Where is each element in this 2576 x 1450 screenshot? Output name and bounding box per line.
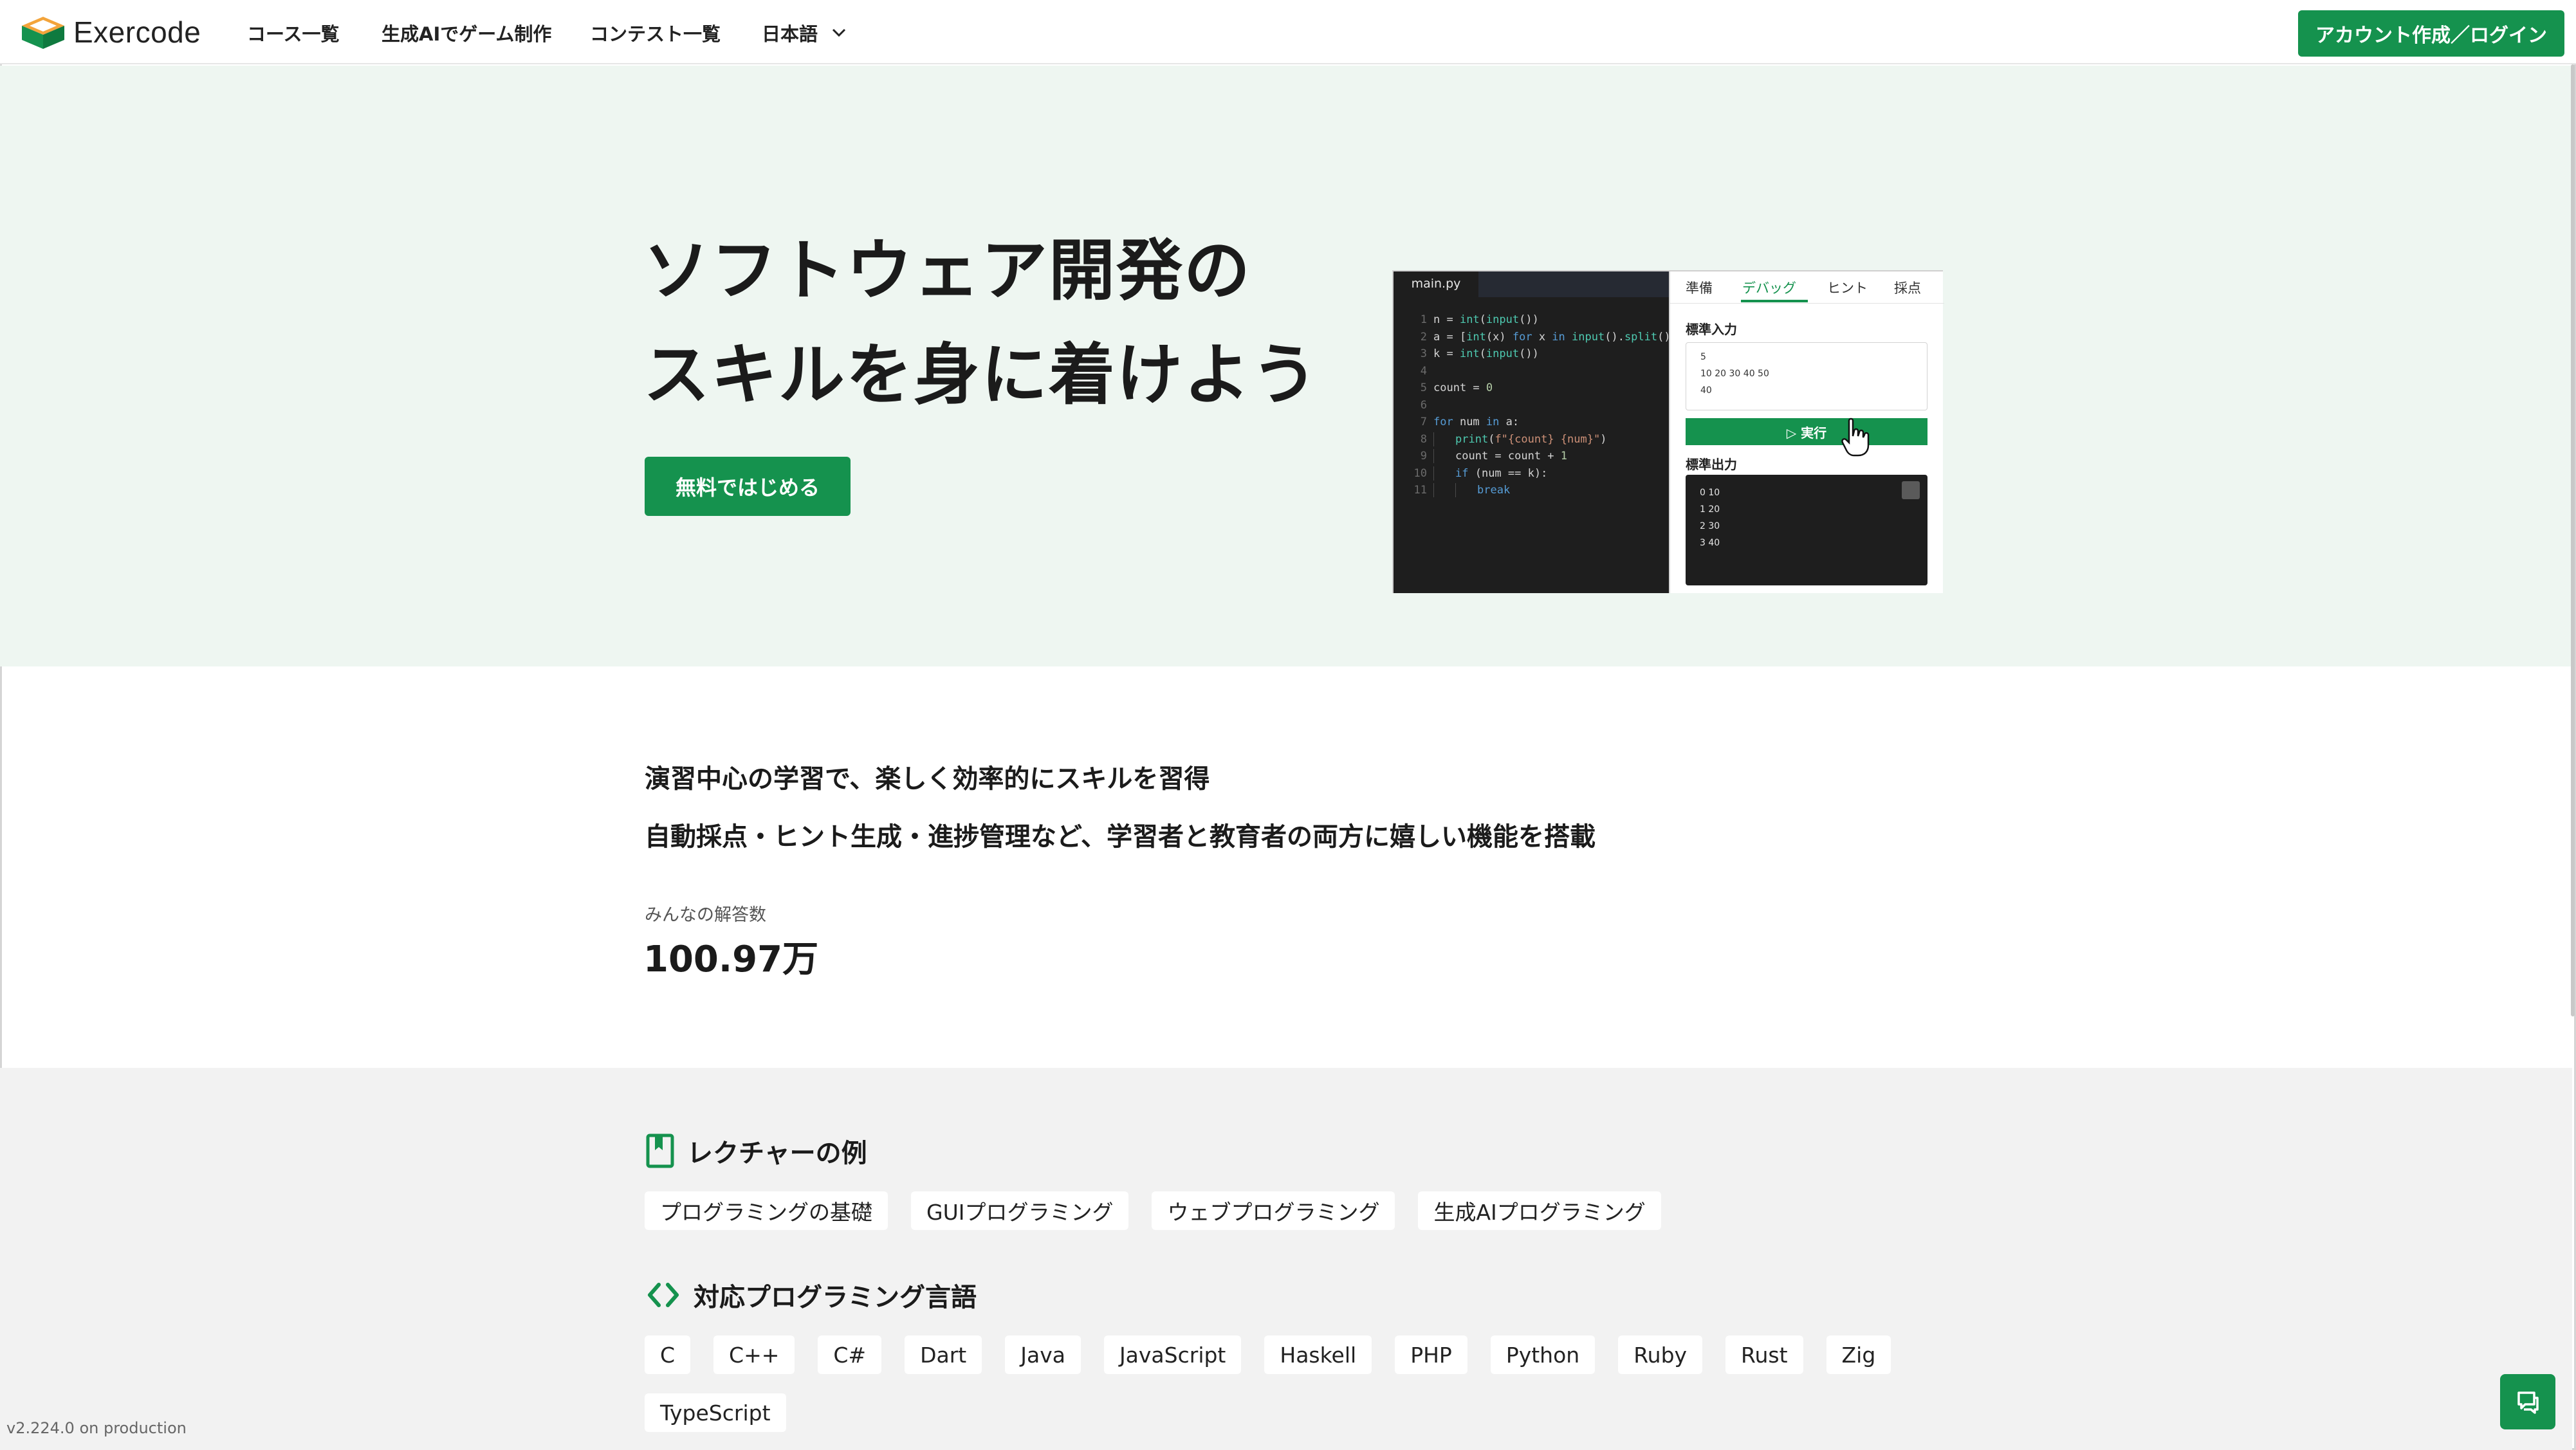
stdin-field[interactable]: 5 10 20 30 40 50 40 xyxy=(1686,342,1927,410)
login-button[interactable]: アカウント作成／ログイン xyxy=(2298,10,2564,57)
stdout-label: 標準出力 xyxy=(1686,457,1737,472)
language-chip[interactable]: Rust xyxy=(1725,1335,1803,1374)
debug-panel: 準備 デバッグ ヒント 採点 標準入力 5 10 20 30 40 50 40 … xyxy=(1669,271,1944,593)
lecture-chip[interactable]: GUIプログラミング xyxy=(911,1191,1129,1230)
code-brackets-icon xyxy=(648,1283,679,1307)
chat-button[interactable] xyxy=(2500,1374,2555,1429)
stdout-line: 2 30 xyxy=(1700,521,1720,531)
stdout-line: 3 40 xyxy=(1700,538,1720,548)
stats-label: みんなの解答数 xyxy=(645,905,766,925)
language-chip[interactable]: C xyxy=(645,1335,691,1374)
lecture-chip[interactable]: プログラミングの基礎 xyxy=(645,1191,888,1230)
copy-icon[interactable] xyxy=(1902,481,1920,499)
lecture-chip[interactable]: ウェブプログラミング xyxy=(1152,1191,1395,1230)
run-button[interactable]: ▷ 実行 xyxy=(1686,418,1927,445)
tab-debug[interactable]: デバッグ xyxy=(1742,278,1796,297)
language-chip[interactable]: C# xyxy=(818,1335,882,1374)
language-chips-row1: C C++ C# Dart Java JavaScript Haskell PH… xyxy=(645,1335,1914,1374)
hero-title: ソフトウェア開発の スキルを身に着けよう xyxy=(643,219,1319,427)
feature-line-2: 自動採点・ヒント生成・進捗管理など、学習者と教育者の両方に嬉しい機能を搭載 xyxy=(645,822,1596,852)
site-header: Exercode コース一覧 生成AIでゲーム制作 コンテスト一覧 日本語 アカ… xyxy=(0,0,2576,64)
tab-grading[interactable]: 採点 xyxy=(1894,278,1921,297)
language-chip[interactable]: Python xyxy=(1490,1335,1596,1374)
demo-screenshot: main.py 1n = int(input()) 2a = [int(x) f… xyxy=(1392,270,1944,593)
version-label: v2.224.0 on production xyxy=(6,1419,187,1437)
code-content: 1n = int(input()) 2a = [int(x) for x in … xyxy=(1413,313,1677,497)
language-chip[interactable]: C++ xyxy=(713,1335,795,1374)
stdin-label: 標準入力 xyxy=(1686,322,1737,337)
language-chip[interactable]: TypeScript xyxy=(645,1393,786,1432)
lecture-chip[interactable]: 生成AIプログラミング xyxy=(1418,1191,1661,1230)
stdout-field: 0 10 1 20 2 30 3 40 xyxy=(1686,475,1927,585)
languages-heading-text: 対応プログラミング言語 xyxy=(694,1283,977,1312)
language-label: 日本語 xyxy=(762,23,818,45)
hero-title-line2: スキルを身に着けよう xyxy=(643,336,1319,414)
showcase-section xyxy=(0,1068,2572,1450)
stdout-line: 0 10 xyxy=(1700,488,1720,498)
language-chip[interactable]: PHP xyxy=(1395,1335,1467,1374)
language-chip[interactable]: Haskell xyxy=(1264,1335,1372,1374)
stdout-line: 1 20 xyxy=(1700,504,1720,515)
code-editor: main.py 1n = int(input()) 2a = [int(x) f… xyxy=(1394,271,1677,593)
hero-title-line1: ソフトウェア開発の xyxy=(643,232,1251,309)
stats-value: 100.97万 xyxy=(643,939,819,980)
stdin-line: 10 20 30 40 50 xyxy=(1700,369,1769,379)
lecture-chips: プログラミングの基礎 GUIプログラミング ウェブプログラミング 生成AIプログ… xyxy=(645,1191,1684,1230)
logo[interactable]: Exercode xyxy=(19,14,201,50)
language-chip[interactable]: Ruby xyxy=(1618,1335,1703,1374)
lectures-heading: レクチャーの例 xyxy=(646,1132,867,1170)
stdin-line: 40 xyxy=(1700,385,1712,396)
language-chip[interactable]: Zig xyxy=(1826,1335,1891,1374)
tab-hint[interactable]: ヒント xyxy=(1827,278,1868,297)
lectures-heading-text: レクチャーの例 xyxy=(687,1139,867,1168)
book-icon xyxy=(646,1133,674,1168)
panel-tabs: 準備 デバッグ ヒント 採点 xyxy=(1670,271,1944,304)
nav-ai-game[interactable]: 生成AIでゲーム制作 xyxy=(382,19,551,46)
languages-heading: 対応プログラミング言語 xyxy=(646,1276,977,1314)
scrollbar[interactable] xyxy=(2571,64,2575,1016)
feature-line-1: 演習中心の学習で、楽しく効率的にスキルを習得 xyxy=(645,764,1210,794)
active-tab-indicator xyxy=(1741,300,1808,302)
language-chip[interactable]: Java xyxy=(1005,1335,1081,1374)
nav-courses[interactable]: コース一覧 xyxy=(247,19,340,46)
chat-icon xyxy=(2517,1391,2539,1414)
language-chip[interactable]: Dart xyxy=(905,1335,982,1374)
chevron-down-icon xyxy=(832,28,846,37)
editor-file-tab: main.py xyxy=(1394,271,1478,297)
tab-prepare[interactable]: 準備 xyxy=(1686,278,1713,297)
brand-name: Exercode xyxy=(73,15,201,49)
language-chip[interactable]: JavaScript xyxy=(1103,1335,1242,1374)
hand-cursor-icon xyxy=(1841,418,1870,457)
editor-tabbar: main.py xyxy=(1394,271,1669,297)
start-free-button[interactable]: 無料ではじめる xyxy=(645,457,851,516)
logo-icon xyxy=(22,17,64,49)
nav-contests[interactable]: コンテスト一覧 xyxy=(590,19,721,46)
language-selector[interactable]: 日本語 xyxy=(762,19,846,46)
language-chips-row2: TypeScript xyxy=(645,1393,809,1432)
stdin-line: 5 xyxy=(1700,352,1706,362)
hero-section: ソフトウェア開発の スキルを身に着けよう 無料ではじめる main.py 1n … xyxy=(0,66,2572,666)
